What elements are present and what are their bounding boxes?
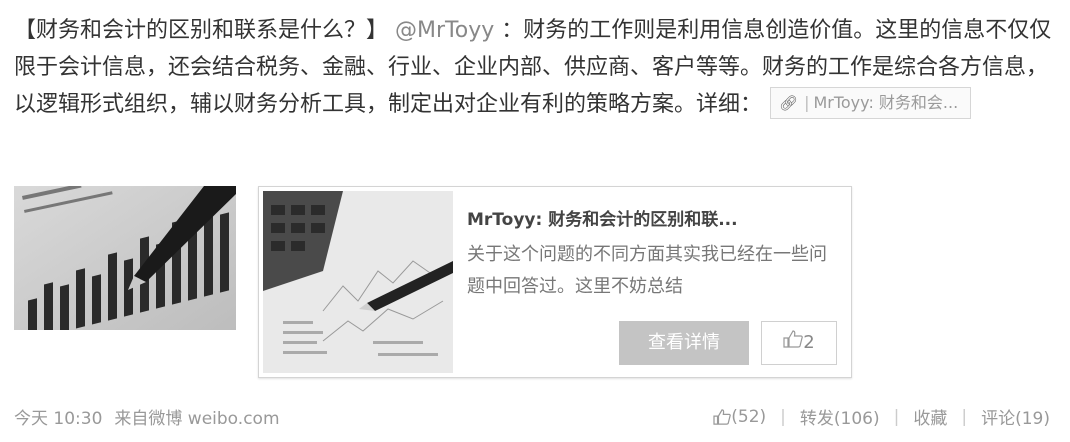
chart-pen-photo: [14, 186, 236, 330]
link-chip-label: MrToyy: 财务和会...: [813, 93, 959, 112]
like-count: (52): [731, 406, 767, 427]
thumbs-up-icon: [783, 322, 804, 364]
post-time[interactable]: 今天 10:30: [14, 409, 102, 429]
card-like-count: 2: [803, 332, 815, 353]
post-text: 【财务和会计的区别和联系是什么？】 @MrToyy ：财务的工作则是利用信息创造…: [14, 12, 1060, 123]
card-description: 关于这个问题的不同方面其实我已经在一些问题中回答过。这里不妨总结: [467, 244, 827, 297]
divider: |: [893, 406, 900, 427]
link-preview-card[interactable]: MrToyy: 财务和会计的区别和联... 关于这个问题的不同方面其实我已经在一…: [258, 186, 852, 378]
mention-link[interactable]: @MrToyy: [395, 18, 494, 43]
post-actions: (52) | 转发(106) | 收藏 | 评论(19): [713, 404, 1050, 429]
post-source[interactable]: 来自微博 weibo.com: [114, 409, 279, 429]
detail-link-chip[interactable]: 🔗︎ | MrToyy: 财务和会...: [770, 87, 972, 119]
thumbs-up-icon: [713, 408, 732, 425]
post-meta: 今天 10:30 来自微博 weibo.com: [14, 404, 280, 429]
divider: |: [961, 406, 968, 427]
link-icon: 🔗︎: [779, 94, 799, 112]
card-title[interactable]: MrToyy: 财务和会计的区别和联...: [467, 205, 837, 230]
card-like-button[interactable]: 2: [761, 321, 837, 365]
card-image: [263, 191, 453, 373]
calculator-pen-photo: [263, 191, 453, 373]
repost-action[interactable]: 转发(106): [800, 404, 880, 429]
post-title: 【财务和会计的区别和联系是什么？】: [14, 18, 389, 43]
divider: |: [780, 406, 786, 427]
view-details-button[interactable]: 查看详情: [619, 321, 749, 365]
post-thumbnail[interactable]: [14, 186, 236, 330]
favorite-action[interactable]: 收藏: [913, 404, 947, 429]
comment-action[interactable]: 评论(19): [981, 404, 1050, 429]
like-action[interactable]: (52): [713, 407, 766, 427]
chip-separator: |: [804, 93, 810, 112]
